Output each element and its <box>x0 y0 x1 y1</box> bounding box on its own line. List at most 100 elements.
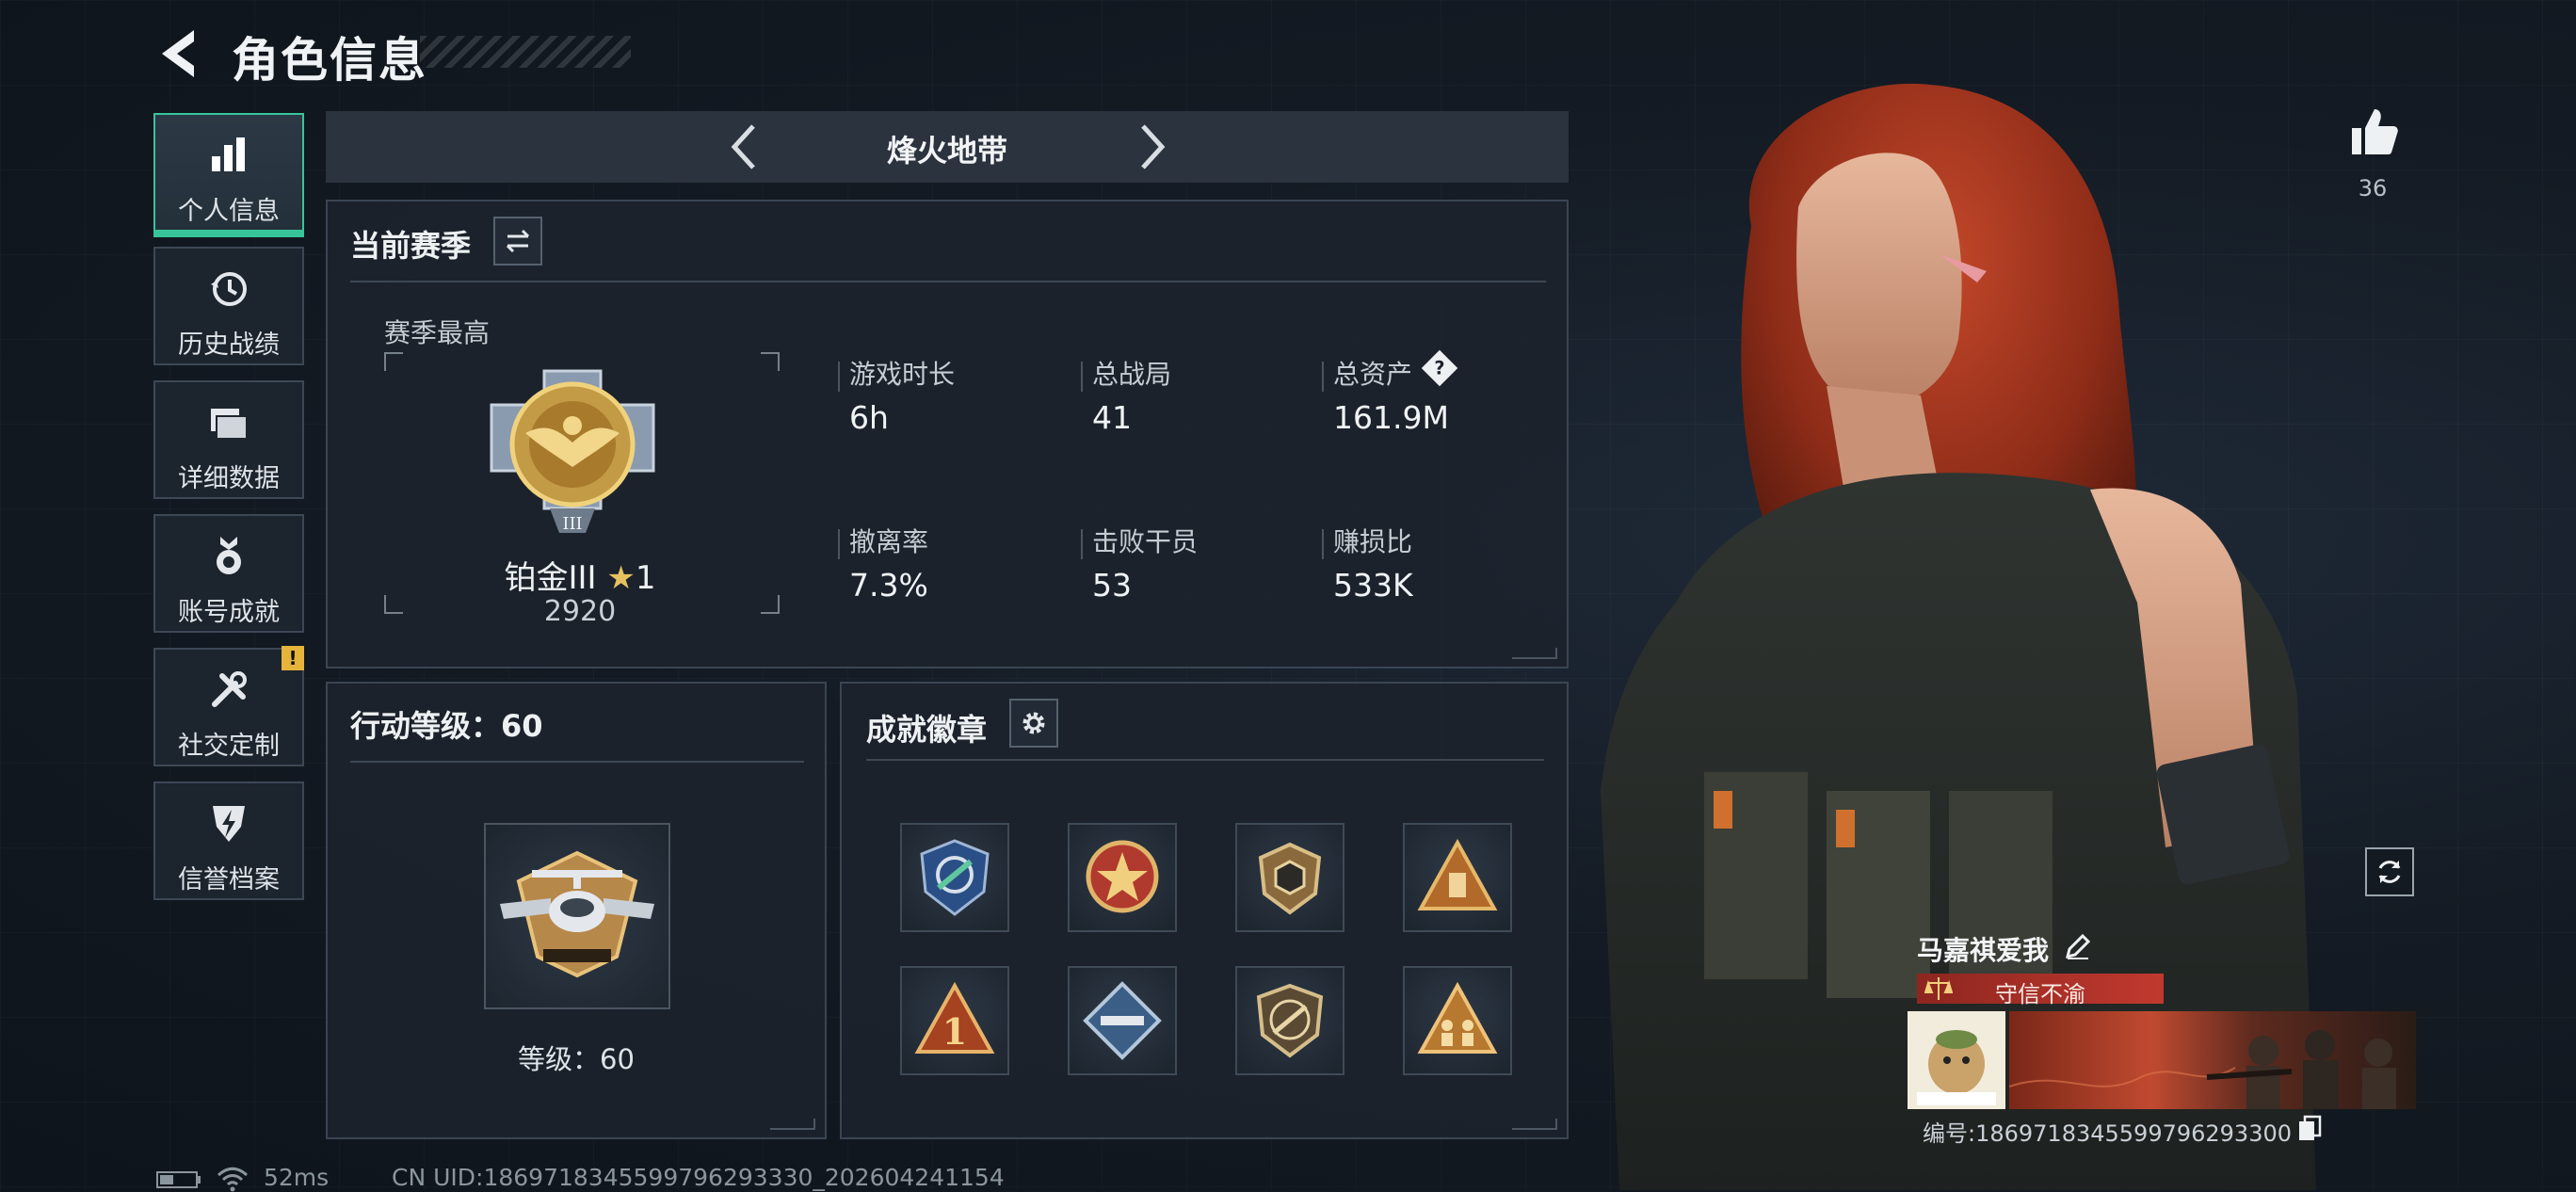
stat-tick <box>838 362 840 392</box>
rank-name: 铂金III <box>504 559 597 597</box>
nav-credit-record[interactable]: 信誉档案 <box>153 781 304 900</box>
achievement-badge[interactable] <box>1235 823 1344 932</box>
rank-score: 2920 <box>543 595 617 628</box>
achievement-badge[interactable] <box>1068 823 1177 932</box>
achievements-settings-button[interactable] <box>1009 699 1058 748</box>
rank-line: 铂金III ★1 <box>384 552 776 598</box>
shield-wrench-badge-icon <box>920 839 990 916</box>
nav-account-achievements[interactable]: 账号成就 <box>153 514 304 633</box>
folder-data-icon <box>211 409 248 440</box>
divider <box>350 761 804 763</box>
stat-tick <box>1081 529 1083 559</box>
svg-text:1: 1 <box>942 1010 967 1053</box>
player-card: 马嘉祺爱我 守信不渝 编号:1869718345599796293300 <box>1908 921 2416 1147</box>
achievements-panel: 成就徽章 1 <box>840 682 1569 1139</box>
title-decoration <box>420 36 631 68</box>
achievement-badge[interactable]: 1 <box>900 966 1009 1075</box>
triangle-badge-icon <box>1417 838 1498 910</box>
frame-corner <box>384 352 403 371</box>
stat-value: 533K <box>1333 567 1413 604</box>
stat-tick <box>1081 362 1083 392</box>
stat-value: 41 <box>1092 399 1132 436</box>
nav-label: 社交定制 <box>178 732 280 761</box>
stat-tick <box>1322 529 1324 559</box>
stat-value: 53 <box>1092 567 1132 604</box>
top-bar: 角色信息 <box>0 0 942 104</box>
next-mode-arrow-icon[interactable] <box>1126 122 1175 171</box>
season-switch-button[interactable] <box>493 217 542 266</box>
corner-decoration <box>770 1119 815 1130</box>
season-best-label: 赛季最高 <box>384 317 491 348</box>
rifle-shield-badge-icon <box>1256 983 1324 1058</box>
back-arrow-icon[interactable] <box>153 23 209 85</box>
rank-stars: 1 <box>635 559 656 597</box>
stat-label: 游戏时长 <box>849 359 956 390</box>
nav-social-customization[interactable]: 社交定制 ! <box>153 646 304 766</box>
nav-label: 详细数据 <box>178 464 280 493</box>
stat-value: 161.9M <box>1333 399 1449 436</box>
stat-label: 赚损比 <box>1333 526 1413 557</box>
frame-corner <box>761 352 780 371</box>
action-level-text: 等级：60 <box>518 1043 635 1075</box>
history-clock-icon <box>211 272 247 306</box>
level-emblem-frame <box>484 823 670 1009</box>
side-nav: 个人信息 历史战绩 详细数据 账号成就 社交定制 ! 信誉档案 <box>153 113 306 915</box>
stat-tick <box>838 529 840 559</box>
refresh-icon <box>2378 861 2401 883</box>
player-avatar[interactable] <box>1908 1011 2005 1109</box>
stat-value: 7.3% <box>849 567 928 604</box>
edit-pencil-icon[interactable] <box>2064 932 2092 960</box>
uid-text: CN UID:1869718345599796293330_2026042411… <box>392 1164 1005 1191</box>
season-panel: 当前赛季 赛季最高 III 铂金III ★1 2920 游戏时长 6h 总战局 … <box>326 200 1569 668</box>
rotate-view-button[interactable] <box>2365 847 2414 896</box>
achievement-badge[interactable] <box>1403 966 1512 1075</box>
nav-label: 账号成就 <box>178 598 280 627</box>
thumbs-up-icon[interactable] <box>2346 105 2399 158</box>
corner-decoration <box>1512 648 1557 659</box>
stat-tick <box>1322 362 1324 392</box>
bar-chart-icon <box>212 137 245 171</box>
svg-text:III: III <box>562 514 582 534</box>
divider <box>350 281 1546 282</box>
name-card-banner[interactable] <box>2009 1011 2416 1109</box>
battery-icon <box>156 1171 201 1188</box>
divider <box>866 759 1544 761</box>
copy-icon[interactable] <box>2297 1115 2322 1141</box>
rank-emblem-icon: III <box>490 369 655 534</box>
alert-badge: ! <box>282 646 304 670</box>
achievement-badge[interactable] <box>1235 966 1344 1075</box>
nav-personal-info[interactable]: 个人信息 <box>153 113 304 237</box>
achievement-badge[interactable] <box>900 823 1009 932</box>
like-count: 36 <box>2358 175 2388 201</box>
player-id: 编号:1869718345599796293300 <box>1923 1120 2293 1147</box>
tools-icon <box>212 671 247 707</box>
star-medal-badge-icon <box>1086 840 1159 913</box>
stat-value: 6h <box>849 399 889 436</box>
latency: 52ms <box>264 1164 330 1191</box>
page-title: 角色信息 <box>232 33 427 88</box>
honor-bar: 守信不渝 <box>1917 974 2164 1007</box>
squad-triangle-badge-icon <box>1417 981 1498 1054</box>
season-title: 当前赛季 <box>350 228 472 264</box>
stat-label: 撤离率 <box>849 526 929 557</box>
swap-icon <box>506 229 530 253</box>
mode-selector: 烽火地带 <box>326 111 1569 183</box>
help-icon-mark: ? <box>1434 357 1445 379</box>
medal-icon <box>217 537 241 574</box>
nav-label: 信誉档案 <box>178 865 280 894</box>
action-level-panel: 行动等级：60 等级：60 <box>326 682 827 1139</box>
avatar-image <box>1908 1011 2005 1109</box>
number-one-badge-icon: 1 <box>914 981 995 1054</box>
corner-decoration <box>1512 1119 1557 1130</box>
nav-history[interactable]: 历史战绩 <box>153 247 304 365</box>
achievement-badge[interactable] <box>1068 966 1177 1075</box>
achievement-badge[interactable] <box>1403 823 1512 932</box>
helicopter-emblem-icon <box>500 850 654 978</box>
nav-detailed-data[interactable]: 详细数据 <box>153 380 304 499</box>
help-icon[interactable]: ? <box>1421 349 1458 387</box>
honor-tag: 守信不渝 <box>1995 981 2085 1007</box>
wifi-icon <box>217 1167 249 1192</box>
action-level-title: 行动等级：60 <box>350 708 543 744</box>
player-name: 马嘉祺爱我 <box>1917 935 2050 966</box>
squad-banner-image <box>2009 1030 2396 1109</box>
